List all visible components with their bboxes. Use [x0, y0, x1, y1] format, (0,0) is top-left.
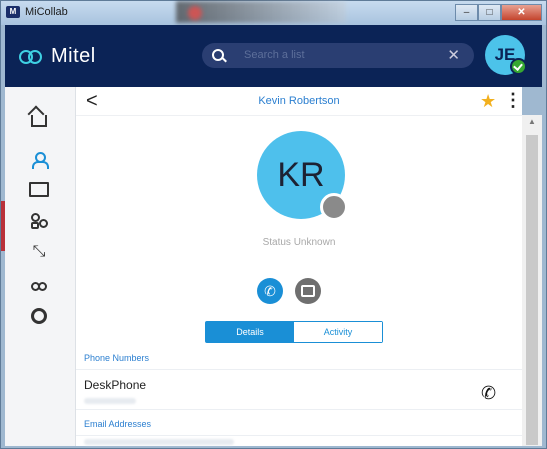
- scrollbar[interactable]: ▲: [522, 115, 542, 446]
- phone-icon: ✆: [264, 283, 276, 299]
- window-edge-accent: [1, 201, 5, 251]
- call-button[interactable]: ✆: [257, 278, 283, 304]
- more-options-icon[interactable]: ⋮: [504, 90, 522, 111]
- blurred-avatar-icon: [188, 6, 202, 20]
- app-header: Mitel Search a list ✕ JE: [5, 25, 542, 87]
- chat-icon: [29, 181, 49, 197]
- search-placeholder: Search a list: [244, 49, 305, 61]
- sidebar: ⤡: [5, 87, 76, 446]
- person-icon: [32, 152, 49, 169]
- search-input[interactable]: Search a list ✕: [202, 43, 474, 68]
- home-icon: [31, 115, 47, 127]
- app-window: M MiCollab – □ ✕ Mitel Search a list ✕ J…: [0, 0, 547, 449]
- window-title: MiCollab: [25, 6, 68, 18]
- favorite-star-icon[interactable]: ★: [480, 91, 496, 112]
- call-deskphone-icon[interactable]: ✆: [481, 383, 496, 404]
- email-addresses-heading: Email Addresses: [84, 419, 152, 429]
- search-icon: [212, 49, 224, 61]
- logo-text: Mitel: [51, 45, 96, 67]
- sidebar-item-voicemail[interactable]: [29, 275, 49, 295]
- sidebar-item-call-history[interactable]: ⤡: [29, 242, 49, 262]
- contact-name-title: Kevin Robertson: [258, 95, 340, 107]
- group-icon: [31, 213, 48, 229]
- divider: [76, 369, 522, 370]
- divider: [76, 409, 522, 410]
- window-controls: – □ ✕: [455, 4, 542, 21]
- detail-tabs: Details Activity: [205, 321, 383, 343]
- phone-numbers-heading: Phone Numbers: [84, 353, 150, 363]
- contact-avatar: KR: [257, 131, 348, 221]
- mitel-logo: Mitel: [19, 45, 96, 68]
- mitel-logo-icon: [19, 49, 42, 64]
- contact-initials: KR: [277, 156, 325, 194]
- minimize-button[interactable]: –: [455, 4, 478, 21]
- sidebar-item-settings[interactable]: [29, 306, 49, 326]
- voicemail-icon: [31, 281, 47, 291]
- tab-activity[interactable]: Activity: [294, 322, 382, 342]
- scroll-thumb[interactable]: [526, 135, 538, 445]
- tab-details[interactable]: Details: [206, 322, 294, 342]
- sidebar-item-home[interactable]: [29, 111, 49, 131]
- deskphone-label: DeskPhone: [84, 378, 147, 392]
- window-titlebar[interactable]: M MiCollab – □ ✕: [1, 1, 546, 25]
- sidebar-item-groups[interactable]: [29, 211, 49, 231]
- blurred-email: [84, 439, 234, 445]
- close-button[interactable]: ✕: [501, 4, 542, 21]
- contact-status: Status Unknown: [262, 237, 336, 248]
- contact-detail-panel: < Kevin Robertson ★ ⋮ KR Status Unknown …: [76, 87, 522, 446]
- available-status-icon: [510, 58, 527, 75]
- blurred-background-window: [176, 1, 346, 23]
- sidebar-item-chat[interactable]: [29, 179, 49, 199]
- sidebar-item-contacts[interactable]: [29, 149, 49, 169]
- chat-button[interactable]: [295, 278, 321, 304]
- contact-topbar: < Kevin Robertson ★ ⋮: [76, 87, 522, 116]
- scroll-up-icon[interactable]: ▲: [528, 117, 536, 126]
- maximize-button[interactable]: □: [478, 4, 501, 21]
- blurred-phone-number: [84, 398, 136, 404]
- call-history-icon: ⤡: [32, 243, 46, 260]
- user-avatar[interactable]: JE: [485, 35, 527, 75]
- chat-bubble-icon: [301, 285, 315, 297]
- app-icon: M: [6, 6, 20, 18]
- settings-icon: [31, 308, 47, 324]
- unknown-status-icon: [320, 193, 348, 221]
- clear-search-button[interactable]: ✕: [447, 46, 460, 64]
- divider: [76, 435, 522, 436]
